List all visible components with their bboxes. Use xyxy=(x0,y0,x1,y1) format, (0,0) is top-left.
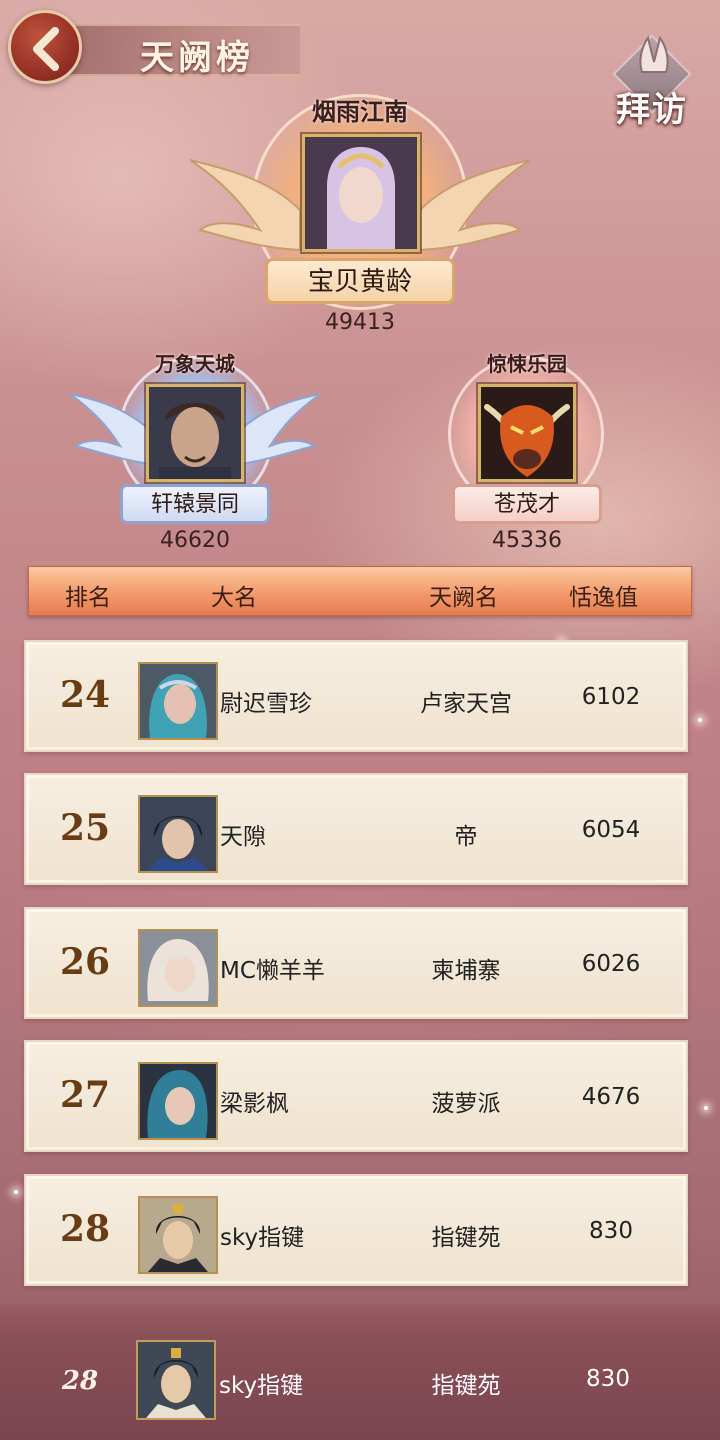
column-header-score: 恬逸值 xyxy=(569,585,638,611)
row-rank: 24 xyxy=(59,674,111,716)
portrait-icon xyxy=(481,387,573,479)
row-guild-name: 柬埔寨 xyxy=(431,958,501,984)
sparkle-decoration xyxy=(14,1190,18,1194)
ranking-row[interactable]: 25 天隙 帝 6054 xyxy=(24,773,688,885)
row-player-name: sky指键 xyxy=(220,1225,305,1251)
portrait-icon xyxy=(140,1064,216,1138)
row-score: 4676 xyxy=(581,1084,641,1110)
portrait-icon xyxy=(140,1198,216,1272)
third-guild-name: 惊悚乐园 xyxy=(487,352,567,376)
visit-label: 拜访 xyxy=(616,90,688,130)
first-guild-name: 烟雨江南 xyxy=(312,97,408,126)
second-score: 46620 xyxy=(160,528,230,553)
first-avatar xyxy=(302,134,420,252)
row-guild-name: 指键苑 xyxy=(431,1225,501,1251)
portrait-icon xyxy=(140,664,216,738)
wing-right-decoration xyxy=(420,159,530,252)
ranking-row[interactable]: 26 MC懒羊羊 柬埔寨 6026 xyxy=(24,907,688,1019)
second-player-name: 轩辕景同 xyxy=(150,492,239,517)
third-name-plate: 苍茂才 xyxy=(452,484,602,524)
row-rank: 26 xyxy=(59,941,111,983)
my-rank: 28 xyxy=(61,1366,99,1396)
ranking-row[interactable]: 24 尉迟雪珍 卢家天宫 6102 xyxy=(24,640,688,752)
my-player-name: sky指键 xyxy=(219,1373,304,1399)
sparkle-decoration xyxy=(698,718,702,722)
row-rank: 28 xyxy=(59,1208,111,1250)
my-rank-bar: 28 sky指键 指键苑 830 xyxy=(0,1304,720,1440)
wing-left-decoration xyxy=(190,159,300,252)
third-player-name: 苍茂才 xyxy=(493,492,560,517)
row-rank: 27 xyxy=(59,1074,111,1116)
back-button[interactable] xyxy=(8,10,82,84)
column-header-name: 大名 xyxy=(211,585,257,611)
row-score: 6054 xyxy=(581,817,641,843)
row-guild-name: 帝 xyxy=(454,824,478,850)
my-guild-name: 指键苑 xyxy=(431,1373,501,1399)
ranking-row[interactable]: 28 sky指键 指键苑 830 xyxy=(24,1174,688,1286)
sparkle-decoration xyxy=(704,1106,708,1110)
first-score: 49413 xyxy=(325,310,395,335)
hands-icon xyxy=(639,35,669,73)
visit-button[interactable]: 拜访 xyxy=(610,34,694,130)
second-guild-name: 万象天城 xyxy=(155,352,235,376)
row-avatar xyxy=(138,662,218,740)
first-name-plate: 宝贝黄龄 xyxy=(265,258,455,304)
row-score: 830 xyxy=(589,1218,633,1244)
first-player-name: 宝贝黄龄 xyxy=(307,267,412,297)
row-avatar xyxy=(138,795,218,873)
row-score: 6026 xyxy=(581,951,641,977)
row-player-name: 尉迟雪珍 xyxy=(220,691,312,717)
back-arrow-icon xyxy=(33,27,59,71)
ranking-row[interactable]: 27 梁影枫 菠萝派 4676 xyxy=(24,1040,688,1152)
row-player-name: 天隙 xyxy=(220,824,266,850)
wing-right-decoration xyxy=(240,393,320,466)
column-header-guild: 天阙名 xyxy=(429,585,498,611)
portrait-icon xyxy=(140,931,216,1005)
second-avatar xyxy=(146,384,244,482)
table-header: 排名 大名 天阙名 恬逸值 xyxy=(28,566,692,616)
portrait-icon xyxy=(305,137,417,249)
row-player-name: MC懒羊羊 xyxy=(220,958,325,984)
row-player-name: 梁影枫 xyxy=(220,1091,289,1117)
my-avatar xyxy=(136,1340,216,1420)
third-score: 45336 xyxy=(492,528,562,553)
third-avatar xyxy=(478,384,576,482)
row-guild-name: 卢家天宫 xyxy=(420,691,512,717)
row-rank: 25 xyxy=(59,807,111,849)
row-guild-name: 菠萝派 xyxy=(431,1091,501,1117)
podium-first[interactable]: 烟雨江南 宝贝黄龄 49413 xyxy=(190,70,530,340)
row-score: 6102 xyxy=(581,684,641,710)
column-header-rank: 排名 xyxy=(65,585,111,611)
second-name-plate: 轩辕景同 xyxy=(120,484,270,524)
wing-left-decoration xyxy=(70,393,150,466)
portrait-icon xyxy=(140,797,216,871)
portrait-icon xyxy=(138,1342,214,1418)
podium-third[interactable]: 惊悚乐园 苍茂才 45336 xyxy=(402,340,652,555)
row-avatar xyxy=(138,1062,218,1140)
row-avatar xyxy=(138,929,218,1007)
row-avatar xyxy=(138,1196,218,1274)
podium-second[interactable]: 万象天城 轩辕景同 46620 xyxy=(70,340,320,555)
my-score: 830 xyxy=(586,1366,630,1392)
portrait-icon xyxy=(149,387,241,479)
